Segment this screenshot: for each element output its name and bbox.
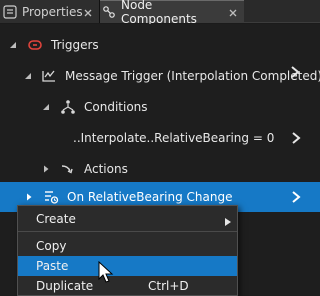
tab-properties[interactable]: Properties bbox=[0, 0, 99, 23]
tree-item-condition-value[interactable]: ..Interpolate..RelativeBearing = 0 bbox=[0, 122, 320, 153]
node-components-icon bbox=[102, 5, 116, 19]
expand-down-icon[interactable] bbox=[24, 71, 32, 81]
tree-item-actions[interactable]: Actions bbox=[0, 153, 320, 184]
tree-item-label: On RelativeBearing Change bbox=[67, 190, 233, 204]
chevron-right-icon[interactable] bbox=[291, 191, 301, 203]
tree-item-message-trigger[interactable]: Message Trigger (Interpolation Completed… bbox=[0, 60, 320, 91]
tab-node-components-label: Node Components bbox=[121, 0, 197, 26]
property-trigger-icon bbox=[43, 189, 59, 205]
menu-item-copy[interactable]: Copy bbox=[18, 236, 237, 256]
tree-item-conditions[interactable]: Conditions bbox=[0, 91, 320, 122]
menu-item-label: Create bbox=[36, 212, 76, 226]
expand-right-icon[interactable] bbox=[24, 192, 34, 202]
trigger-icon bbox=[27, 37, 43, 53]
menu-item-label: Paste bbox=[36, 259, 69, 273]
menu-separator bbox=[18, 231, 237, 232]
tree-item-label: Conditions bbox=[84, 99, 148, 114]
expand-down-icon[interactable] bbox=[8, 40, 18, 50]
tab-bar: Properties Node Components bbox=[0, 0, 320, 26]
tab-properties-label: Properties bbox=[22, 4, 83, 19]
tree-item-label: Triggers bbox=[51, 37, 99, 52]
close-icon[interactable] bbox=[83, 7, 93, 17]
chevron-right-icon[interactable] bbox=[291, 131, 301, 144]
submenu-arrow-icon bbox=[225, 215, 231, 226]
expand-down-icon[interactable] bbox=[41, 102, 51, 112]
chevron-right-icon[interactable] bbox=[290, 66, 300, 78]
properties-icon bbox=[3, 4, 17, 19]
expand-right-icon[interactable] bbox=[41, 164, 51, 174]
tree-item-label: Message Trigger (Interpolation Completed… bbox=[65, 68, 320, 83]
menu-item-duplicate[interactable]: Duplicate Ctrl+D bbox=[18, 276, 237, 296]
close-icon[interactable] bbox=[228, 7, 238, 17]
menu-item-create[interactable]: Create bbox=[18, 209, 237, 229]
tree-item-label: Actions bbox=[84, 161, 128, 176]
context-menu: Create Copy Paste Duplicate Ctrl+D bbox=[17, 205, 238, 296]
tree-item-triggers[interactable]: Triggers bbox=[0, 29, 320, 60]
tree-item-label: ..Interpolate..RelativeBearing = 0 bbox=[73, 130, 275, 145]
actions-icon bbox=[60, 161, 76, 177]
menu-item-paste[interactable]: Paste bbox=[18, 256, 237, 276]
conditions-icon bbox=[60, 99, 76, 115]
menu-item-label: Duplicate bbox=[36, 279, 94, 293]
tab-node-components[interactable]: Node Components bbox=[100, 0, 244, 26]
mouse-cursor-icon bbox=[98, 260, 114, 285]
menu-item-shortcut: Ctrl+D bbox=[148, 279, 189, 293]
message-trigger-icon bbox=[41, 68, 57, 84]
menu-item-label: Copy bbox=[36, 239, 67, 253]
